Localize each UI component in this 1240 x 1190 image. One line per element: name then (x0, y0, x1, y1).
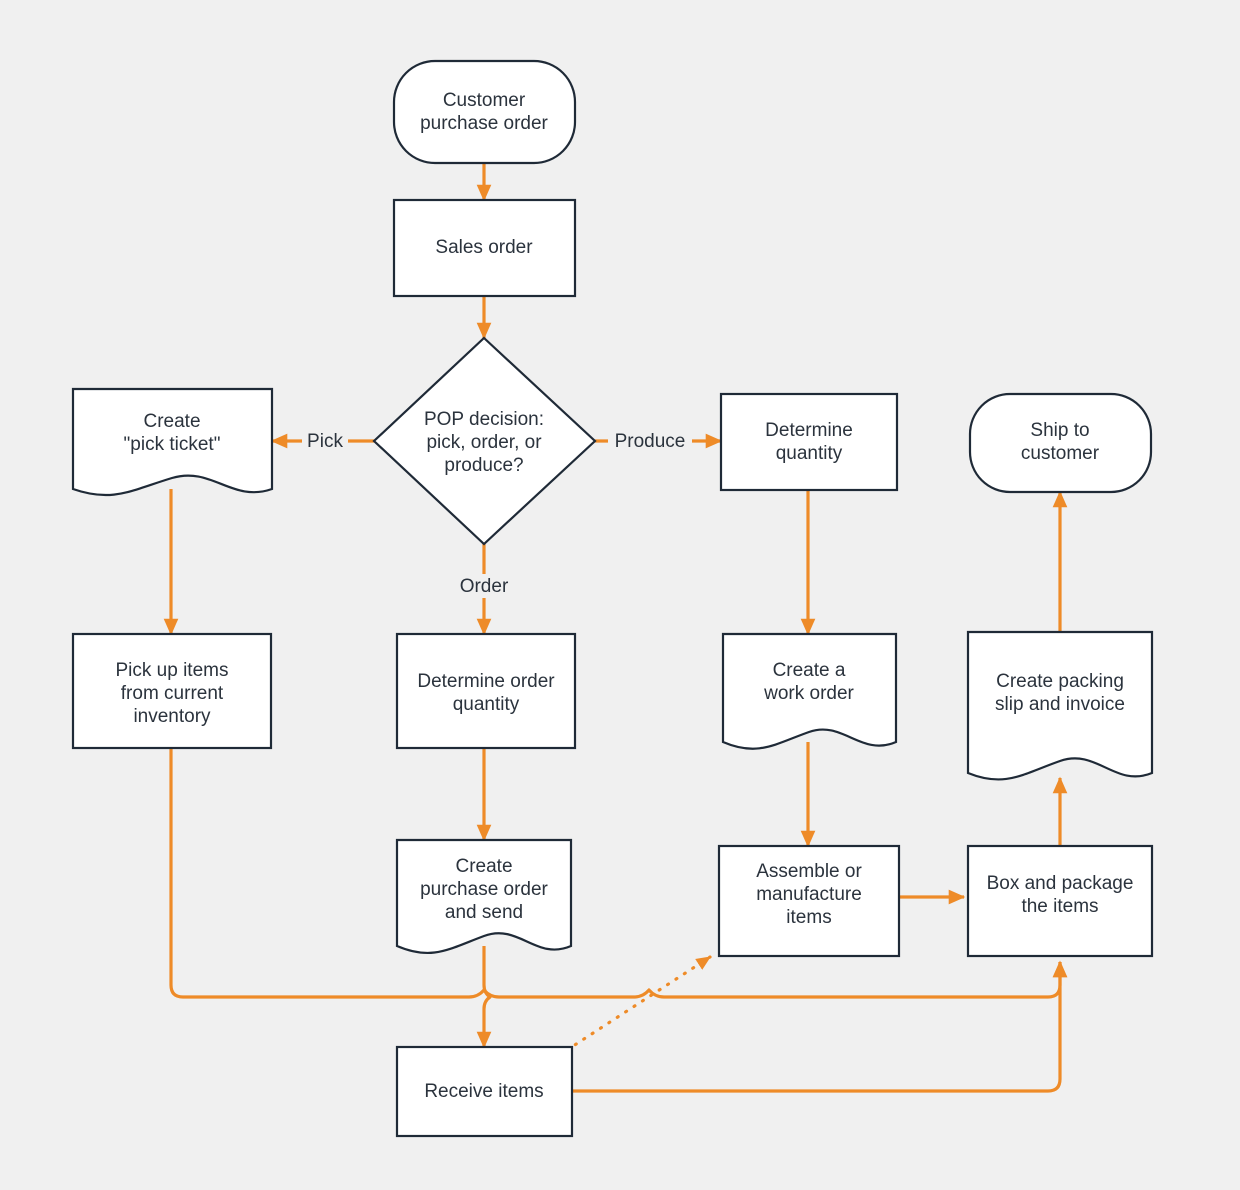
edge-label-produce: Produce (608, 429, 692, 453)
node-box-and-package[interactable]: Box and package the items (966, 844, 1154, 958)
shape-layer: Customer purchase order Sales order POP … (71, 59, 1154, 1138)
node-determine-order-quantity[interactable]: Determine order quantity (395, 632, 577, 750)
node-pick-up-items[interactable]: Pick up items from current inventory (71, 632, 273, 750)
edge-label-pick: Pick (302, 429, 348, 453)
node-customer-purchase-order[interactable]: Customer purchase order (392, 59, 577, 165)
node-create-work-order[interactable]: Create a work order (721, 632, 898, 750)
svg-text:Pick: Pick (307, 431, 343, 452)
flowchart-canvas: Customer purchase order Sales order POP … (0, 0, 1240, 1190)
node-create-purchase-order[interactable]: Create purchase order and send (395, 838, 573, 955)
edge-label-order: Order (455, 574, 513, 598)
node-ship-to-customer[interactable]: Ship to customer (968, 392, 1153, 494)
flowchart-svg: Customer purchase order Sales order POP … (71, 59, 1154, 1138)
edge-receive-to-assemble-dotted (565, 955, 712, 1052)
edge-receive-to-box (572, 960, 1068, 1093)
node-sales-order[interactable]: Sales order (392, 198, 577, 298)
node-determine-quantity[interactable]: Determine quantity (719, 392, 899, 492)
node-create-pick-ticket[interactable]: Create "pick ticket" (71, 387, 274, 497)
svg-text:Produce: Produce (615, 431, 686, 452)
edge-pickup-to-box (169, 748, 1068, 999)
node-pop-decision[interactable]: POP decision: pick, order, or produce? (372, 336, 597, 546)
node-create-packing-slip[interactable]: Create packing slip and invoice (966, 630, 1154, 781)
svg-text:Order: Order (460, 576, 509, 597)
node-assemble-items[interactable]: Assemble or manufacture items (717, 844, 901, 958)
connector-layer (163, 163, 1068, 1093)
edge-purchaseorder-to-receive (476, 946, 492, 1049)
node-receive-items[interactable]: Receive items (395, 1045, 574, 1138)
